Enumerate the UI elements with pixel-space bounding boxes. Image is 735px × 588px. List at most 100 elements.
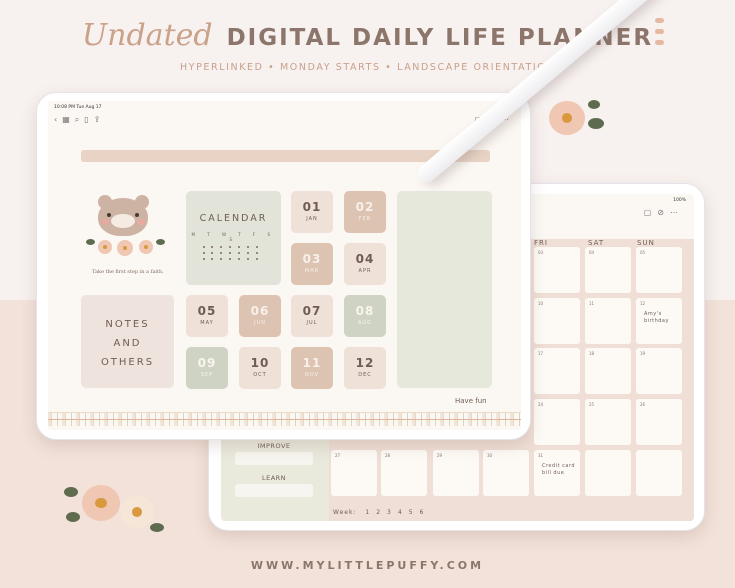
calendar-dot [220, 246, 223, 248]
quote-text: Take the first step in a faith. [92, 269, 164, 275]
month-tile[interactable]: 03 MAR [291, 243, 333, 285]
week-link[interactable]: 1 [365, 509, 370, 516]
month-name: MAR [304, 268, 320, 274]
subtitle: HYPERLINKED • MONDAY STARTS • LANDSCAPE … [179, 62, 556, 73]
calendar-day-cell[interactable]: 25 [585, 399, 631, 445]
calendar-day-cell[interactable]: 18 [585, 348, 631, 394]
calendar-dot [255, 252, 258, 254]
calendar-day-cell[interactable]: 11 [585, 298, 631, 344]
day-number: 12 [640, 301, 646, 306]
bear-illustration [98, 198, 148, 236]
week-link[interactable]: 6 [420, 509, 425, 516]
notes-line: AND [113, 338, 142, 349]
month-number: 05 [197, 304, 217, 318]
calendar-dot [237, 258, 240, 260]
calendar-day-cell[interactable]: 31 Credit card bill due [534, 450, 580, 496]
month-name: MAY [200, 320, 214, 326]
day-number: 27 [335, 453, 341, 458]
month-name: OCT [253, 372, 267, 378]
day-number: 10 [538, 301, 544, 306]
calendar-day-cell[interactable]: 27 [331, 450, 377, 496]
back-toolbar-icons[interactable]: ▢⊘⋯ [644, 208, 684, 217]
week-link[interactable]: 3 [387, 509, 392, 516]
month-tile[interactable]: 07 JUL [291, 295, 333, 337]
calendar-card[interactable]: CALENDAR M T W T F S S [186, 191, 281, 285]
week-link[interactable]: 5 [409, 509, 414, 516]
calendar-day-cell[interactable]: 12 Amy's birthday [636, 298, 682, 344]
share-icon[interactable]: ⇪ [94, 115, 106, 124]
month-name: JUN [254, 320, 266, 326]
month-name: AUG [358, 320, 372, 326]
learn-input[interactable] [235, 484, 313, 497]
month-tile[interactable]: 10 OCT [239, 347, 281, 389]
bookmark-icon[interactable]: ▯ [84, 115, 93, 124]
week-selector: Week: 123456 [333, 509, 424, 516]
calendar-day-cell[interactable]: 29 [433, 450, 479, 496]
month-tile[interactable]: 12 DEC [344, 347, 386, 389]
week-link[interactable]: 4 [398, 509, 403, 516]
calendar-day-cell[interactable]: 17 [534, 348, 580, 394]
day-header-sun: SUN [637, 239, 655, 247]
month-number: 01 [302, 200, 322, 214]
day-number: 24 [538, 402, 544, 407]
month-tile[interactable]: 02 FEB [344, 191, 386, 233]
page-title: Undated DIGITAL DAILY LIFE PLANNER [0, 18, 735, 53]
calendar-day-cell[interactable]: 30 [483, 450, 529, 496]
calendar-dot-grid [202, 246, 265, 260]
search-icon[interactable]: ⌕ [75, 115, 84, 124]
flower-icon [117, 240, 133, 256]
improve-input[interactable] [235, 452, 313, 465]
blank-panel[interactable] [397, 191, 492, 388]
calendar-weekdays: M T W T F S S [191, 232, 276, 242]
flower-icon [139, 240, 153, 254]
month-number: 03 [302, 252, 322, 266]
month-number: 12 [355, 356, 375, 370]
notes-and-others-card[interactable]: NOTES AND OTHERS [81, 295, 174, 388]
chevron-left-icon[interactable]: ‹ [54, 115, 62, 124]
month-tile[interactable]: 04 APR [344, 243, 386, 285]
calendar-day-cell[interactable]: 26 [636, 399, 682, 445]
month-number: 10 [250, 356, 270, 370]
calendar-dot [229, 252, 232, 254]
calendar-day-cell[interactable] [636, 450, 682, 496]
calendar-dot [255, 246, 258, 248]
calendar-day-cell[interactable]: 10 [534, 298, 580, 344]
battery-status: 100% [673, 198, 686, 203]
day-number: 05 [640, 250, 646, 255]
month-tile[interactable]: 06 JUN [239, 295, 281, 337]
month-tile[interactable]: 09 SEP [186, 347, 228, 389]
calendar-dot [202, 246, 205, 248]
day-number: 31 [538, 453, 544, 458]
calendar-day-cell[interactable]: 24 [534, 399, 580, 445]
notes-line: OTHERS [100, 357, 155, 368]
have-fun-text: Have fun [455, 397, 487, 405]
calendar-day-cell[interactable] [585, 450, 631, 496]
week-label: Week: [333, 509, 357, 516]
day-number: 19 [640, 351, 646, 356]
month-tile[interactable]: 11 NOV [291, 347, 333, 389]
website-url: WWW.MYLITTLEPUFFY.COM [250, 559, 485, 572]
calendar-day-cell[interactable]: 05 [636, 247, 682, 293]
month-number: 08 [355, 304, 375, 318]
month-tile[interactable]: 08 AUG [344, 295, 386, 337]
improve-label: IMPROVE [257, 442, 291, 450]
month-tile[interactable]: 05 MAY [186, 295, 228, 337]
grid-icon[interactable]: ▦ [62, 115, 75, 124]
calendar-day-cell[interactable]: 03 [534, 247, 580, 293]
day-number: 30 [487, 453, 493, 458]
calendar-day-cell[interactable]: 04 [585, 247, 631, 293]
calendar-dot [202, 252, 205, 254]
leaf-icon [588, 100, 600, 109]
calendar-day-cell[interactable]: 28 [381, 450, 427, 496]
week-link[interactable]: 2 [376, 509, 381, 516]
calendar-dot [220, 252, 223, 254]
day-number: 26 [640, 402, 646, 407]
calendar-dot [211, 258, 214, 260]
calendar-title: CALENDAR [199, 213, 268, 224]
title-script-word: Undated [81, 18, 213, 53]
month-tile[interactable]: 01 JAN [291, 191, 333, 233]
calendar-dot [211, 246, 214, 248]
month-number: 07 [302, 304, 322, 318]
calendar-day-cell[interactable]: 19 [636, 348, 682, 394]
calendar-dot [220, 258, 223, 260]
